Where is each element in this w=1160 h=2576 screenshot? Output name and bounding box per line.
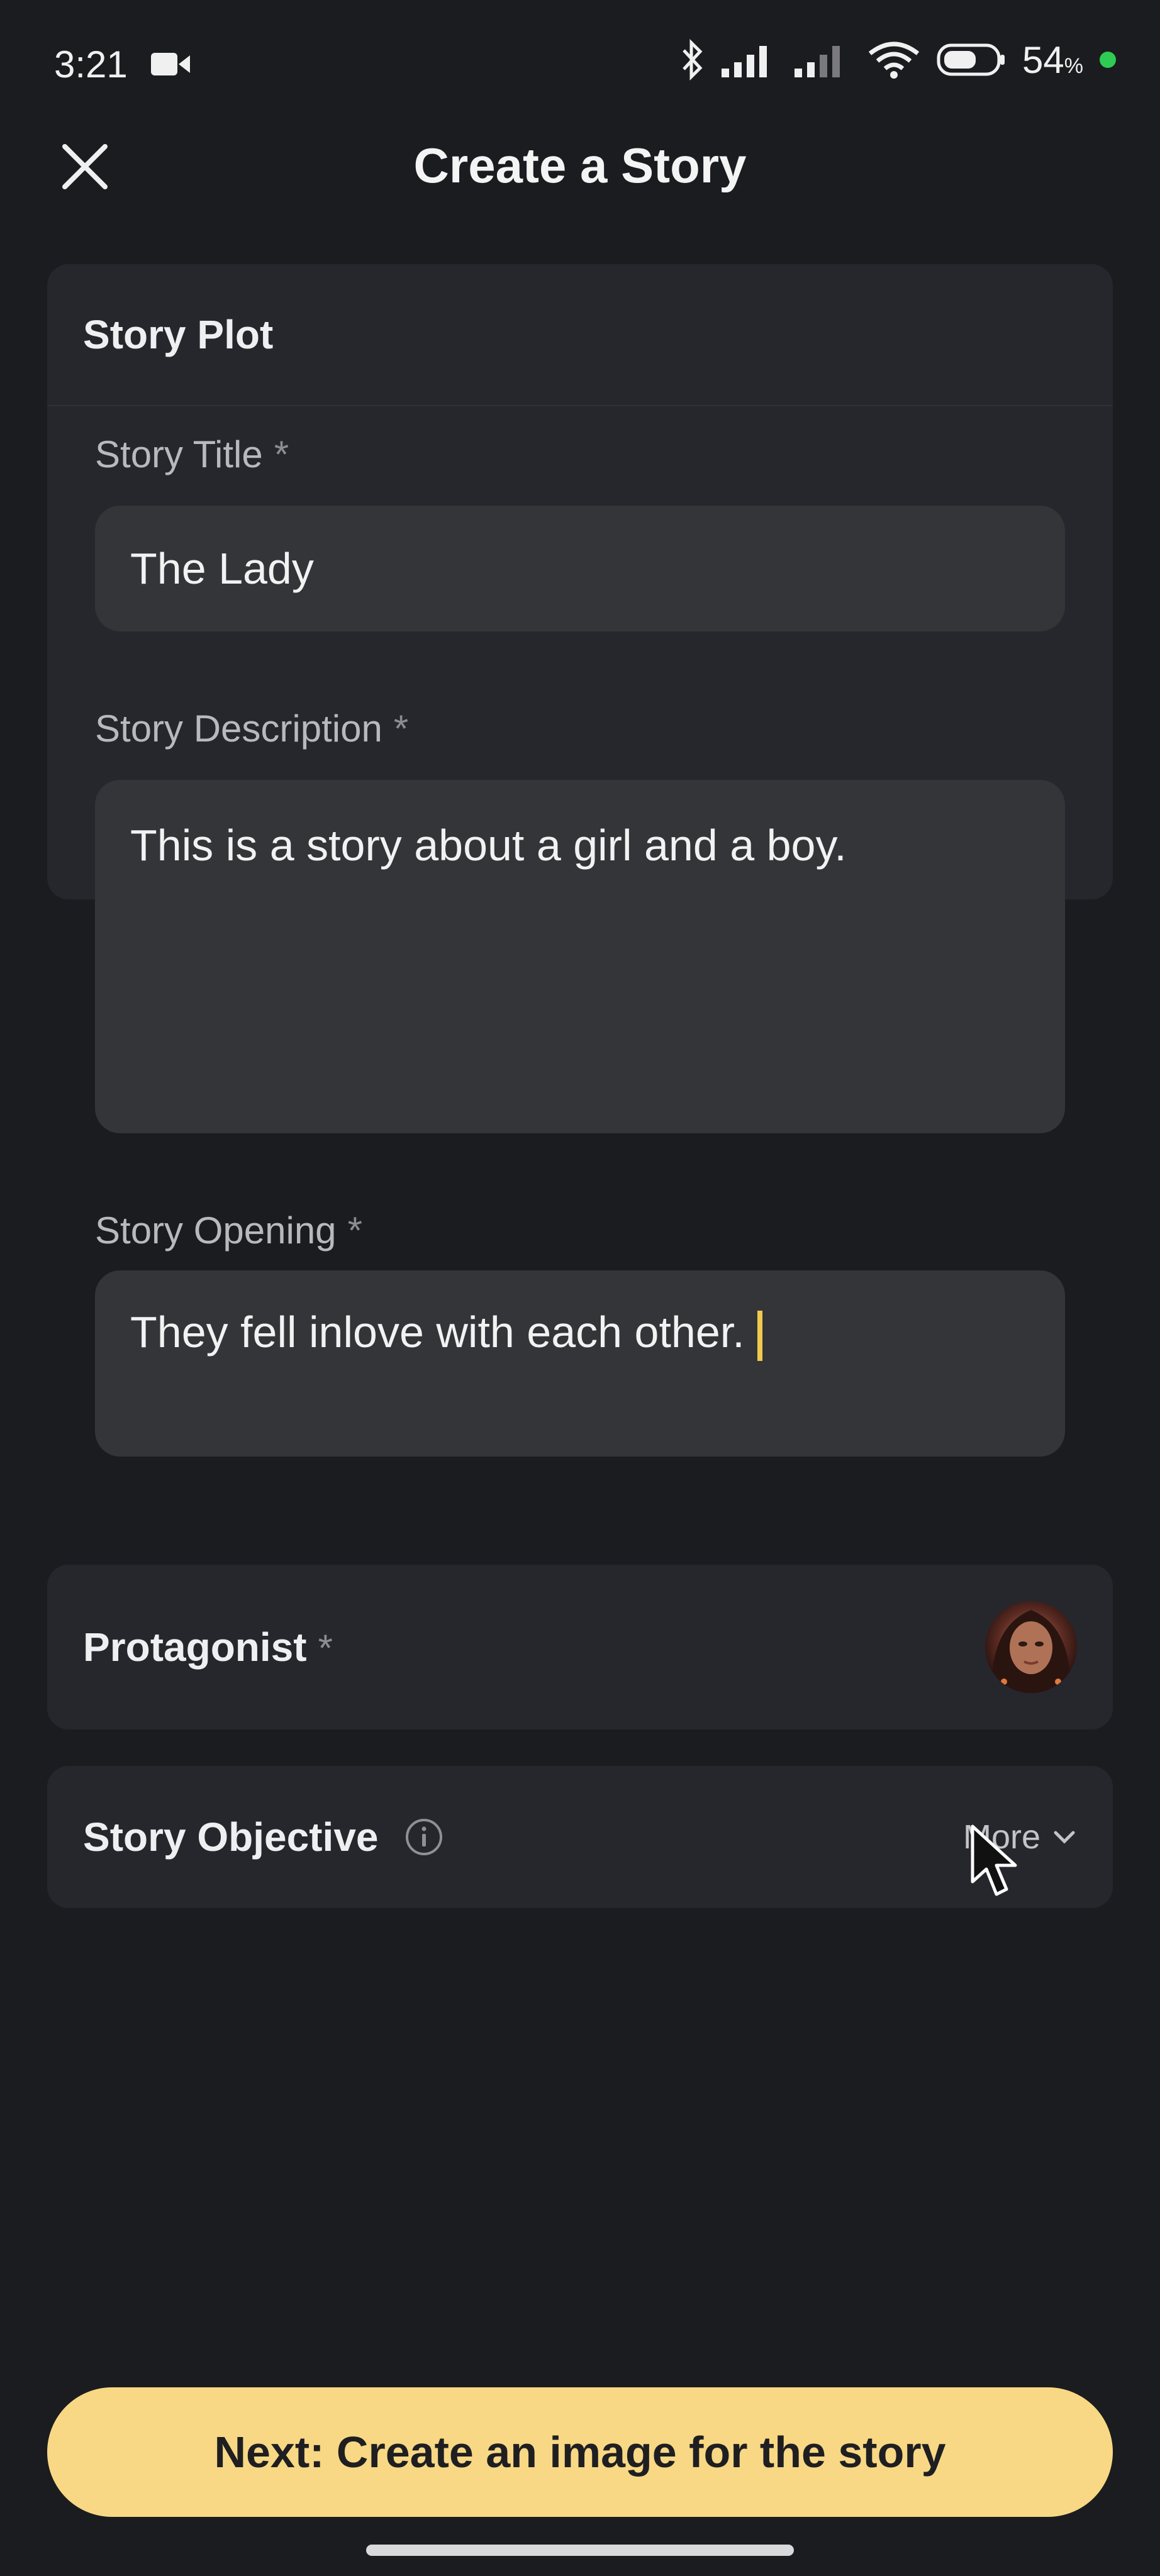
signal-icon bbox=[795, 46, 840, 77]
story-title-label: Story Title * bbox=[95, 433, 289, 475]
home-indicator[interactable] bbox=[366, 2545, 794, 2556]
story-description-textarea[interactable]: This is a story about a girl and a boy. bbox=[95, 780, 1065, 1133]
story-description-value: This is a story about a girl and a boy. bbox=[130, 821, 847, 870]
next-button[interactable]: Next: Create an image for the story bbox=[47, 2387, 1113, 2517]
story-objective-card: Story Objective More bbox=[47, 1766, 1113, 1908]
protagonist-card[interactable]: Protagonist * bbox=[47, 1565, 1113, 1729]
required-marker: * bbox=[347, 1209, 362, 1252]
story-plot-header: Story Plot bbox=[47, 264, 1113, 406]
battery-icon bbox=[937, 43, 1005, 76]
battery-percent-sign: % bbox=[1064, 53, 1083, 78]
protagonist-label: Protagonist * bbox=[83, 1624, 333, 1670]
bluetooth-icon bbox=[683, 38, 703, 81]
story-plot-card: Story Plot Story Title * The Lady Story D… bbox=[47, 264, 1113, 1457]
story-opening-label: Story Opening * bbox=[95, 1209, 362, 1252]
battery-percent: 54 bbox=[1022, 38, 1064, 81]
chevron-down-icon bbox=[1054, 1831, 1075, 1844]
required-marker: * bbox=[393, 708, 409, 750]
status-bar: 3:21 54 % bbox=[0, 0, 1160, 132]
story-opening-value: They fell inlove with each other. bbox=[130, 1307, 745, 1357]
story-title-input[interactable]: The Lady bbox=[95, 506, 1065, 631]
text-caret bbox=[757, 1310, 762, 1361]
protagonist-avatar[interactable] bbox=[985, 1601, 1077, 1693]
story-title-value: The Lady bbox=[130, 544, 314, 593]
story-objective-label: Story Objective bbox=[83, 1814, 379, 1860]
signal-icon bbox=[722, 46, 767, 77]
status-time: 3:21 bbox=[54, 43, 128, 86]
required-marker: * bbox=[274, 433, 289, 475]
mouse-cursor-icon bbox=[971, 1824, 1017, 1896]
info-icon[interactable] bbox=[404, 1817, 444, 1857]
privacy-indicator-dot bbox=[1100, 52, 1116, 68]
required-marker: * bbox=[318, 1627, 333, 1669]
video-camera-icon bbox=[151, 53, 190, 75]
top-app-bar: Create a Story bbox=[0, 132, 1160, 226]
story-opening-textarea[interactable]: They fell inlove with each other. bbox=[95, 1270, 1065, 1457]
wifi-icon bbox=[868, 42, 920, 79]
story-plot-heading: Story Plot bbox=[83, 312, 274, 357]
page-title: Create a Story bbox=[413, 138, 747, 193]
story-description-label: Story Description * bbox=[95, 708, 409, 750]
